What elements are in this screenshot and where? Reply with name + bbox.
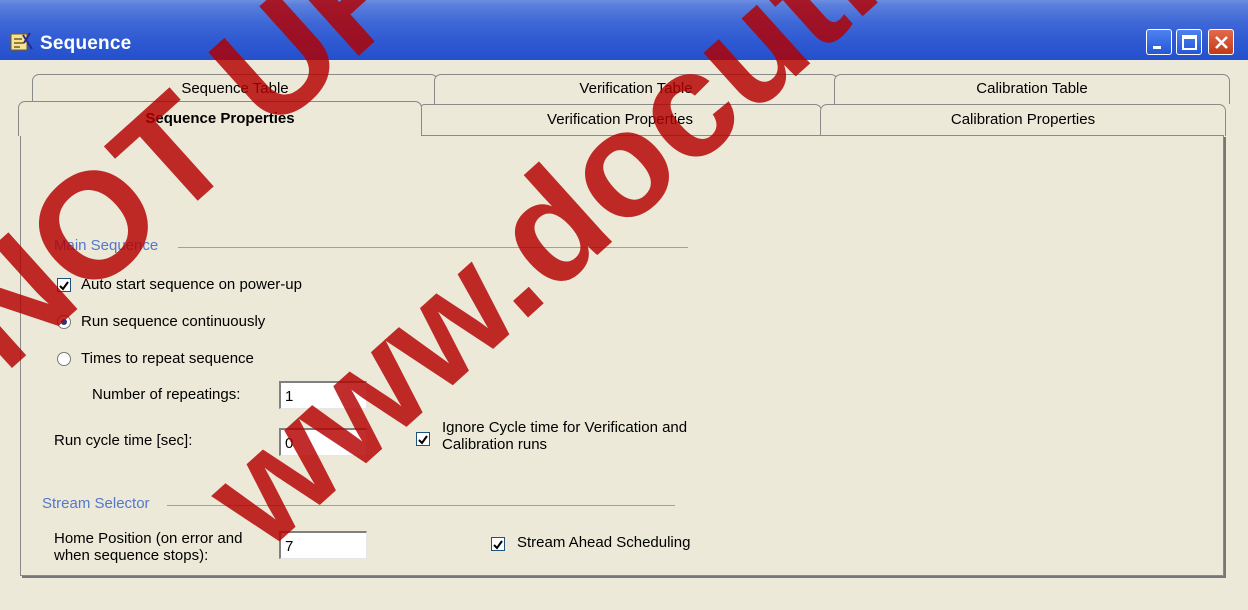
maximize-button[interactable]	[1176, 29, 1202, 55]
group-divider	[178, 247, 688, 248]
tab-label: Sequence Properties	[145, 110, 295, 127]
sequence-properties-panel: Main Sequence Auto start sequence on pow…	[20, 135, 1224, 576]
label-line: Home Position (on error and	[54, 530, 243, 547]
home-position-input[interactable]: 7	[279, 531, 367, 559]
close-icon	[1215, 36, 1228, 49]
main-sequence-header: Main Sequence	[54, 237, 159, 254]
cycle-time-input[interactable]: 0	[279, 428, 367, 456]
tab-verification-table[interactable]: Verification Table	[434, 74, 838, 104]
label-line: Calibration runs	[442, 436, 548, 453]
label-line: Ignore Cycle time for Verification and	[442, 419, 688, 436]
ignore-cycle-time-checkbox[interactable]	[416, 432, 430, 446]
window-title: Sequence	[40, 33, 132, 54]
checkmark-icon	[493, 540, 503, 550]
minimize-icon	[1153, 46, 1161, 49]
close-button[interactable]	[1208, 29, 1234, 55]
title-bar[interactable]: Sequence	[0, 0, 1248, 60]
dialog-client: Sequence Table Verification Table Calibr…	[8, 60, 1240, 604]
stream-selector-header: Stream Selector	[42, 495, 150, 512]
times-to-repeat-label[interactable]: Times to repeat sequence	[81, 350, 254, 367]
run-continuously-radio[interactable]	[57, 315, 71, 329]
repeatings-label: Number of repeatings:	[92, 386, 241, 403]
maximize-icon	[1182, 35, 1197, 50]
times-to-repeat-radio[interactable]	[57, 352, 71, 366]
label-line: when sequence stops):	[54, 547, 209, 564]
tab-sequence-table[interactable]: Sequence Table	[32, 74, 438, 104]
checkmark-icon	[59, 281, 69, 291]
tab-calibration-table[interactable]: Calibration Table	[834, 74, 1230, 104]
sequence-window: Sequence Sequence Table Verification Tab…	[0, 0, 1248, 610]
ignore-cycle-time-label[interactable]: Ignore Cycle time for Verification and C…	[442, 419, 687, 453]
stream-ahead-label[interactable]: Stream Ahead Scheduling	[517, 534, 690, 551]
tab-label: Calibration Properties	[950, 111, 1096, 128]
tab-label: Verification Properties	[547, 111, 693, 128]
radio-dot	[61, 319, 67, 325]
stream-ahead-checkbox[interactable]	[491, 537, 505, 551]
tab-verification-properties[interactable]: Verification Properties	[418, 104, 822, 136]
tab-label: Calibration Table	[976, 80, 1088, 97]
repeatings-input[interactable]: 1	[279, 381, 367, 409]
checkmark-icon	[418, 435, 428, 445]
home-position-label: Home Position (on error and when sequenc…	[54, 530, 242, 564]
auto-start-label[interactable]: Auto start sequence on power-up	[81, 276, 302, 293]
cycle-time-label: Run cycle time [sec]:	[54, 432, 193, 449]
group-divider	[167, 505, 675, 506]
tab-calibration-properties[interactable]: Calibration Properties	[820, 104, 1226, 136]
tab-sequence-properties[interactable]: Sequence Properties	[18, 101, 422, 136]
tab-label: Sequence Table	[181, 80, 289, 97]
auto-start-checkbox[interactable]	[57, 278, 71, 292]
minimize-button[interactable]	[1146, 29, 1172, 55]
tab-label: Verification Table	[579, 80, 693, 97]
sequence-app-icon	[10, 32, 33, 51]
run-continuously-label[interactable]: Run sequence continuously	[81, 313, 265, 330]
